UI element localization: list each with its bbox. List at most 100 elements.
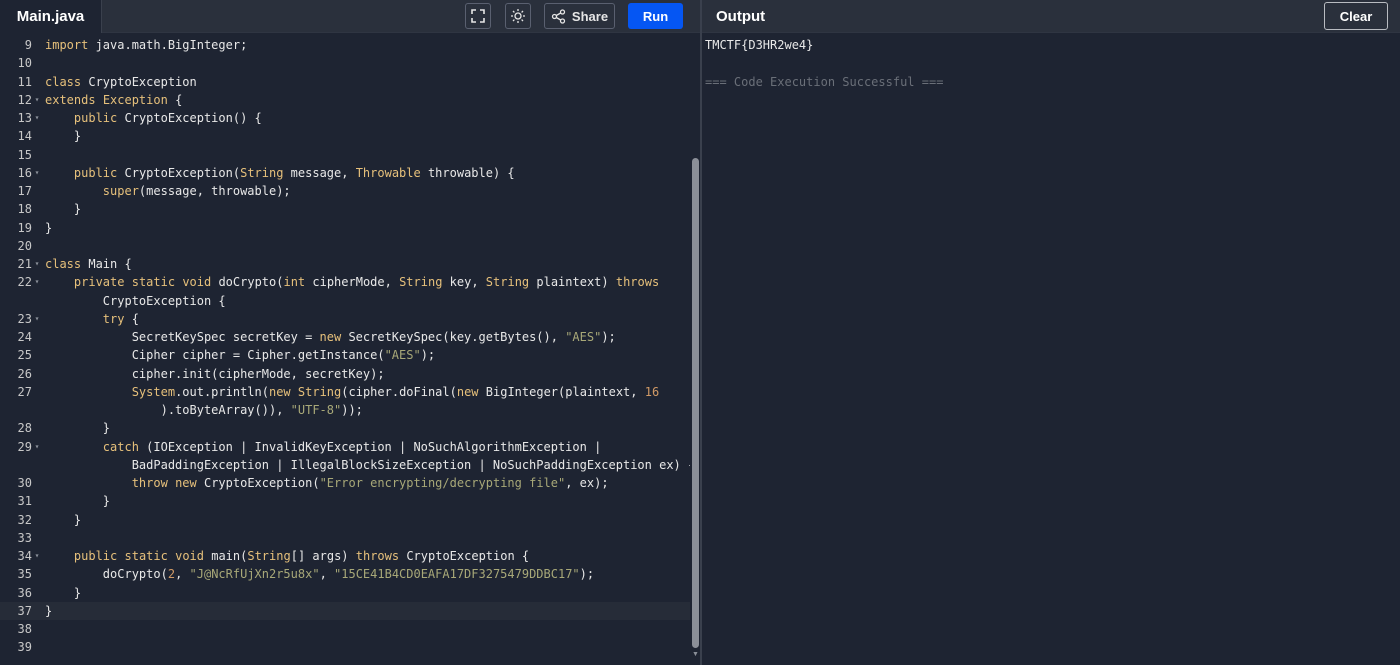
scroll-down-icon[interactable]: ▼ (692, 651, 699, 658)
code-line[interactable]: 21 ▾ class Main { (0, 255, 690, 273)
code-text: } (45, 129, 82, 144)
theme-toggle-button[interactable] (505, 3, 531, 29)
output-panel: Output Clear TMCTF{D3HR2we4} === Code Exe… (702, 0, 1400, 665)
line-number: 32 (17, 512, 32, 527)
code-line[interactable]: 9 import java.math.BigInteger; (0, 36, 690, 54)
fold-arrow-icon[interactable]: ▾ (33, 547, 41, 565)
line-number: 22 (17, 275, 32, 290)
code-line[interactable]: 18 } (0, 200, 690, 218)
editor-panel: Main.java Share Run 9 import java.math.Bi… (0, 0, 700, 665)
code-line[interactable]: 15 (0, 146, 690, 164)
code-text: } (45, 494, 111, 509)
share-icon (551, 8, 566, 24)
fold-arrow-icon[interactable]: ▾ (33, 255, 41, 273)
code-line[interactable]: 32 } (0, 511, 690, 529)
code-line[interactable]: 13 ▾ public CryptoException() { (0, 109, 690, 127)
code-text: } (45, 512, 82, 527)
code-line[interactable]: 30 throw new CryptoException("Error encr… (0, 474, 690, 492)
code-line[interactable]: 11 class CryptoException (0, 73, 690, 91)
code-text: throw new CryptoException("Error encrypt… (131, 476, 609, 490)
code-line[interactable]: 37} (0, 601, 690, 620)
code-line[interactable]: 10 (0, 54, 690, 72)
code-line[interactable]: 31 } (0, 492, 690, 510)
fullscreen-button[interactable] (465, 3, 491, 29)
line-number: 10 (17, 56, 32, 71)
code-text: ).toByteArray()), "UTF-8")); (45, 403, 363, 417)
code-line[interactable]: 27 System.out.println(new String(cipher.… (0, 383, 690, 401)
code-text: class Main { (45, 257, 132, 271)
fold-arrow-icon[interactable]: ▾ (33, 438, 41, 456)
run-button[interactable]: Run (628, 3, 683, 29)
code-line[interactable]: 28 } (0, 419, 690, 437)
code-text: public static void main(String[] args) t… (73, 549, 530, 563)
code-text: extends Exception { (45, 92, 183, 107)
fold-arrow-icon[interactable]: ▾ (33, 310, 41, 328)
code-line[interactable]: 25 Cipher cipher = Cipher.getInstance("A… (0, 346, 690, 364)
scrollbar-thumb[interactable] (692, 158, 699, 648)
share-label: Share (571, 8, 609, 24)
code-line[interactable]: 33 (0, 529, 690, 547)
fold-arrow-icon[interactable]: ▾ (33, 91, 41, 109)
code-line[interactable]: 39 (0, 638, 690, 656)
code-text: public CryptoException(String message, T… (73, 165, 515, 180)
line-number: 11 (17, 74, 32, 89)
sun-icon (511, 9, 525, 23)
editor-toolbar: Main.java Share Run (0, 0, 700, 33)
line-number: 31 (17, 494, 32, 509)
line-number: 37 (17, 603, 32, 618)
output-header: Output Clear (702, 0, 1400, 33)
fold-arrow-icon[interactable]: ▾ (33, 273, 41, 291)
line-number: 30 (17, 476, 32, 490)
code-text: } (45, 202, 82, 217)
code-editor[interactable]: 9 import java.math.BigInteger; 10 11 class C… (0, 36, 690, 665)
code-line[interactable]: 19} (0, 219, 690, 237)
share-button[interactable]: Share (544, 3, 615, 29)
code-line[interactable]: 29 ▾ catch (IOException | InvalidKeyExcep… (0, 438, 690, 456)
code-line[interactable]: 12 ▾ extends Exception { (0, 91, 690, 109)
line-number: 28 (17, 421, 32, 436)
code-line[interactable]: 26 cipher.init(cipherMode, secretKey); (0, 365, 690, 383)
code-text: super(message, throwable); (102, 184, 291, 198)
code-text: CryptoException { (45, 293, 226, 308)
code-line[interactable]: 14 } (0, 127, 690, 145)
code-line[interactable]: 23 ▾ try { (0, 310, 690, 328)
line-number: 17 (17, 184, 32, 198)
line-number: 12 (17, 92, 32, 107)
fold-arrow-icon[interactable]: ▾ (33, 164, 41, 182)
code-text: } (45, 603, 53, 618)
line-number: 14 (17, 129, 32, 144)
clear-button[interactable]: Clear (1324, 2, 1388, 30)
code-text: catch (IOException | InvalidKeyException… (102, 439, 602, 454)
fold-arrow-icon[interactable]: ▾ (33, 109, 41, 127)
file-tab[interactable]: Main.java (0, 0, 102, 33)
code-line[interactable]: 35 doCrypto(2, "J@NcRfUjXn2r5u8x", "15CE… (0, 565, 690, 583)
code-text: public CryptoException() { (73, 111, 262, 125)
code-line[interactable]: 17 super(message, throwable); (0, 182, 690, 200)
code-text: doCrypto(2, "J@NcRfUjXn2r5u8x", "15CE41B… (45, 567, 595, 582)
code-line[interactable]: 20 (0, 237, 690, 255)
line-number: 38 (17, 622, 32, 636)
code-line[interactable]: 22 ▾ private static void doCrypto(int cip… (0, 273, 690, 291)
code-line[interactable]: 36 } (0, 584, 690, 602)
code-line[interactable]: 16 ▾ public CryptoException(String messag… (0, 164, 690, 182)
code-line[interactable]: 38 (0, 620, 690, 638)
line-number: 24 (17, 330, 32, 344)
line-number: 39 (17, 640, 32, 655)
code-line[interactable]: BadPaddingException | IllegalBlockSizeEx… (0, 456, 690, 474)
code-text: class CryptoException (45, 74, 197, 89)
code-line[interactable]: ).toByteArray()), "UTF-8")); (0, 401, 690, 419)
code-text: private static void doCrypto(int cipherM… (73, 275, 660, 290)
output-console: TMCTF{D3HR2we4} === Code Execution Succes… (705, 36, 943, 91)
line-number: 18 (17, 202, 32, 217)
code-line[interactable]: 34 ▾ public static void main(String[] arg… (0, 547, 690, 565)
line-number: 9 (24, 38, 32, 52)
line-number: 15 (17, 147, 32, 162)
code-line[interactable]: 24 SecretKeySpec secretKey = new SecretK… (0, 328, 690, 346)
code-text: import java.math.BigInteger; (45, 38, 248, 52)
code-line[interactable]: CryptoException { (0, 292, 690, 310)
line-number: 29 (17, 439, 32, 454)
code-text: try { (102, 311, 139, 326)
line-number: 25 (17, 348, 32, 363)
line-number: 26 (17, 366, 32, 381)
